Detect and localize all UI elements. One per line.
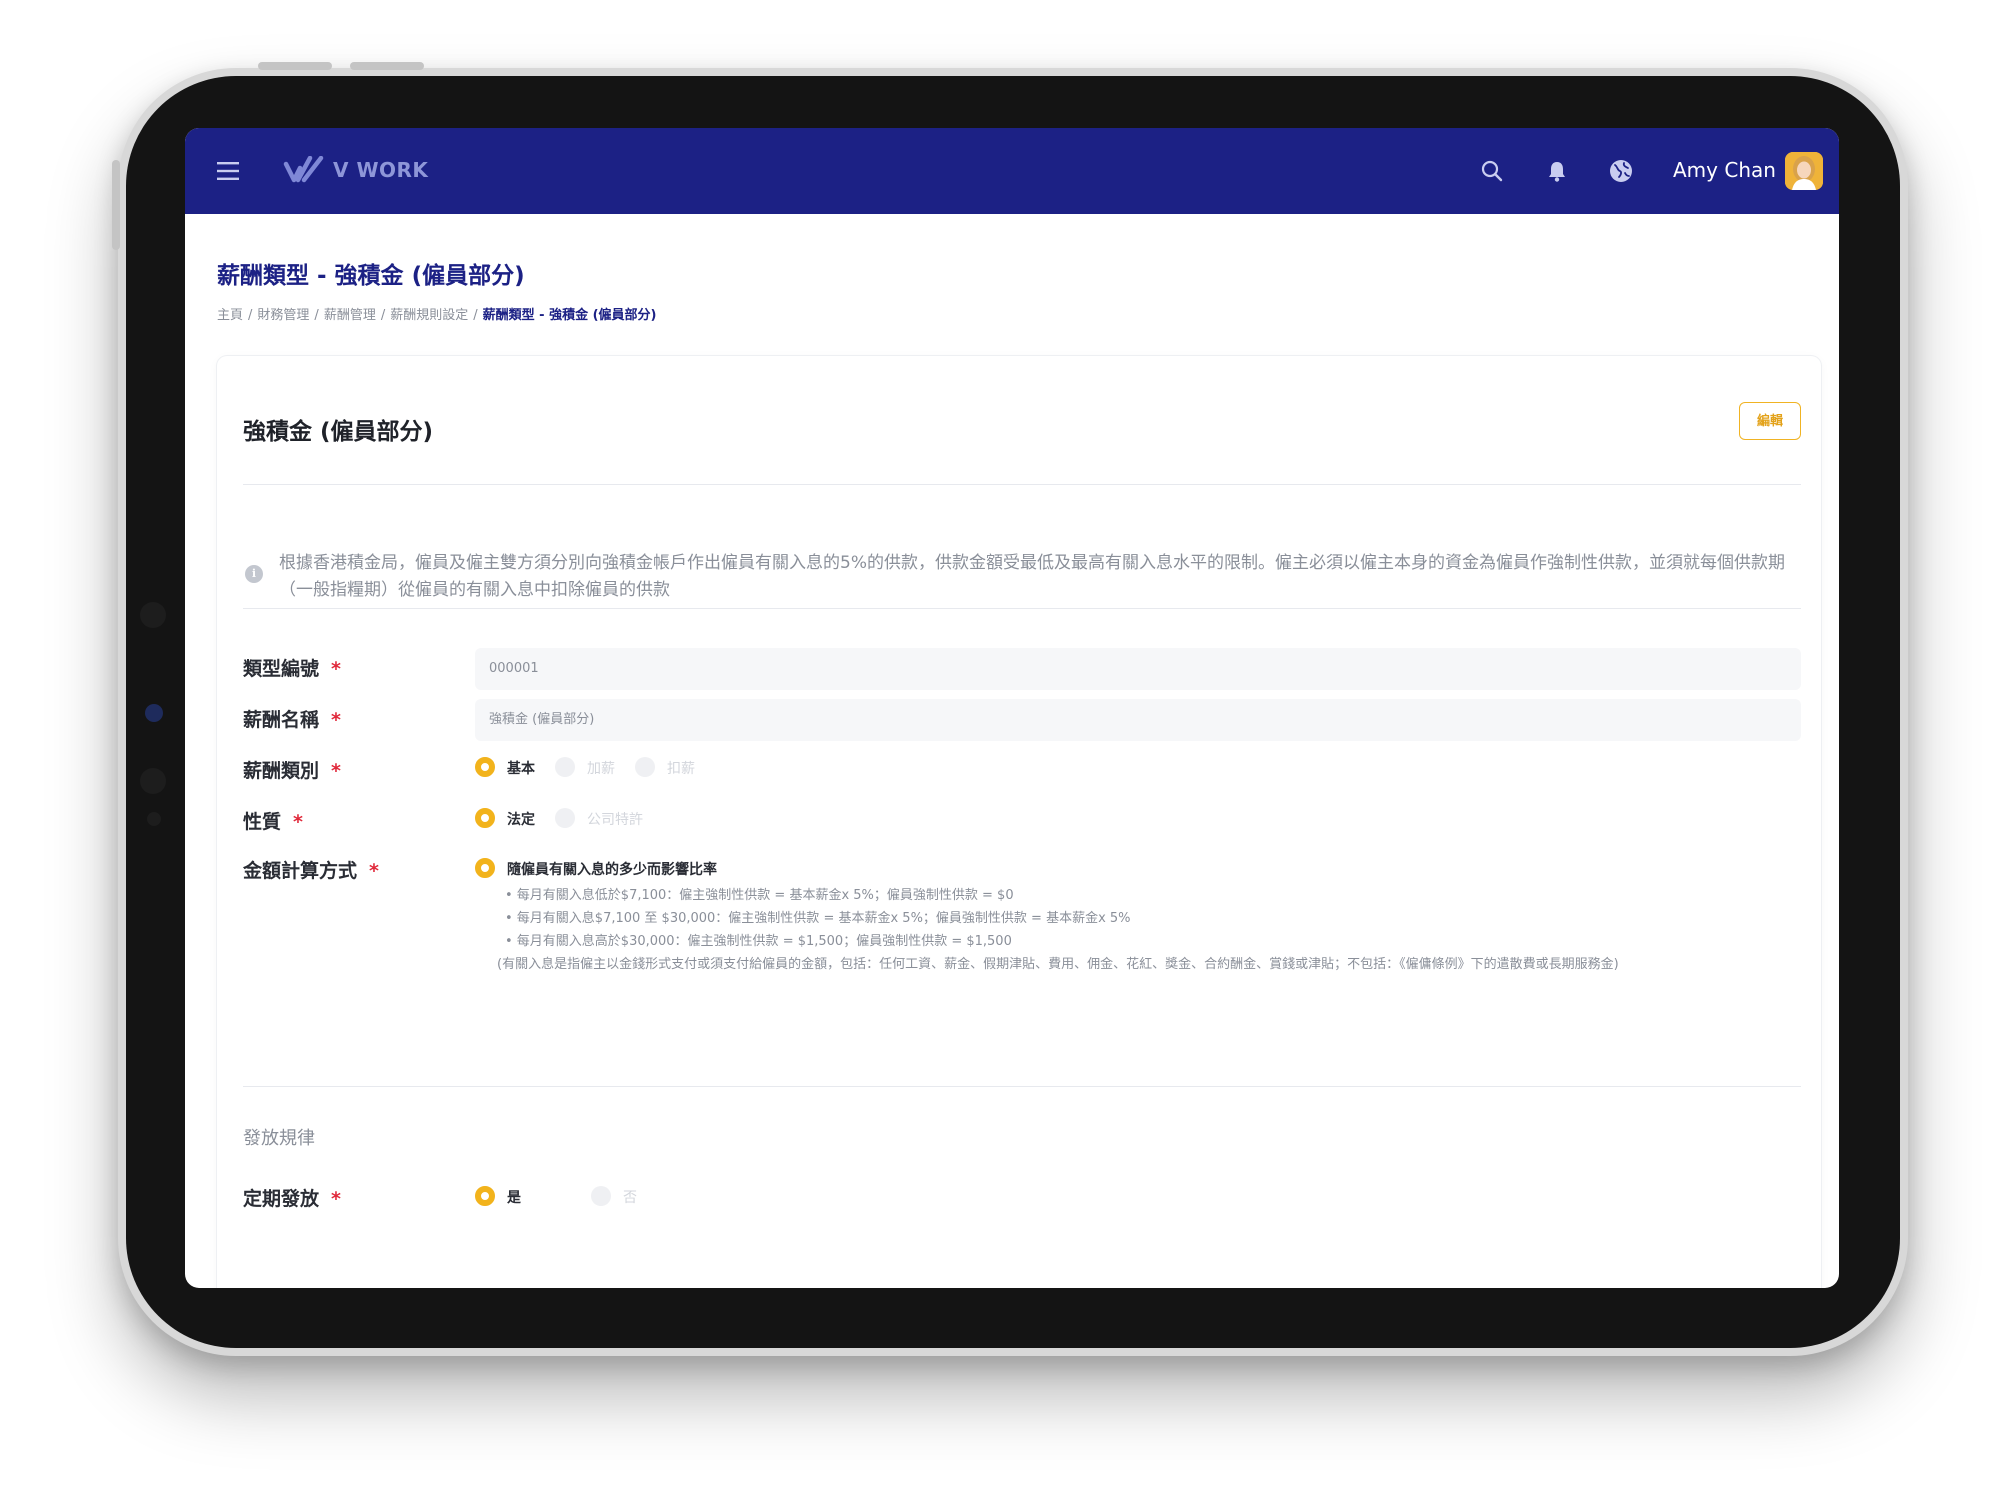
calc-note-line: • 每月有關入息$7,100 至 $30,000：僱主強制性供款 = 基本薪金x… — [505, 911, 1131, 926]
radio-label: 否 — [623, 1190, 637, 1206]
radio-unselected-indicator — [591, 1186, 611, 1206]
sensor-dot — [140, 768, 166, 794]
radio-label: 加薪 — [587, 761, 615, 777]
type-code-field[interactable]: 000001 — [475, 648, 1801, 690]
radio-unselected-indicator — [635, 757, 655, 777]
volume-button-top-right — [350, 62, 424, 70]
edit-button[interactable]: 編輯 — [1739, 402, 1801, 440]
salary-name-field[interactable]: 強積金 (僱員部分) — [475, 699, 1801, 741]
brand-name[interactable]: V WORK — [333, 158, 428, 182]
camera-lens — [145, 704, 163, 722]
search-icon[interactable] — [1481, 160, 1503, 186]
radio-label: 是 — [507, 1190, 521, 1206]
type-code-label: 類型編號 * — [243, 658, 341, 680]
card-title: 強積金 (僱員部分) — [243, 419, 434, 445]
calc-note-footnote: (有關入息是指僱主以金錢形式支付或須支付給僱員的金額，包括：任何工資、薪金、假期… — [497, 957, 1619, 972]
section-title: 發放規律 — [243, 1128, 315, 1149]
required-marker: * — [293, 811, 303, 833]
salary-name-label: 薪酬名稱 * — [243, 709, 341, 731]
nature-label: 性質 * — [243, 811, 303, 833]
radio-label: 基本 — [507, 761, 535, 777]
page-title: 薪酬類型 - 強積金 (僱員部分) — [217, 263, 525, 289]
radio-selected-indicator — [475, 858, 495, 878]
required-marker: * — [331, 709, 341, 731]
breadcrumb-item-current: 薪酬類型 - 強積金 (僱員部分) — [482, 308, 657, 323]
radio-unselected-indicator — [555, 757, 575, 777]
breadcrumb-item-finance[interactable]: 財務管理 — [257, 308, 309, 323]
breadcrumb: 主頁 / 財務管理 / 薪酬管理 / 薪酬規則設定 / 薪酬類型 - 強積金 (僱員部分) — [217, 304, 656, 323]
calc-note-line: • 每月有關入息高於$30,000：僱主強制性供款 = $1,500；僱員強制性… — [505, 934, 1012, 949]
radio-label: 扣薪 — [667, 761, 695, 777]
info-icon: i — [245, 565, 263, 583]
calc-note-line: • 每月有關入息低於$7,100：僱主強制性供款 = 基本薪金x 5%；僱員強制… — [505, 888, 1014, 903]
vwork-logo-icon[interactable] — [283, 155, 325, 188]
hamburger-menu-icon[interactable] — [217, 162, 239, 184]
app-screen: V WORK Amy Chan 薪酬類型 - 強積金 (僱員部分) 主頁 / 財務管… — [185, 128, 1839, 1288]
breadcrumb-item-rules[interactable]: 薪酬規則設定 — [390, 308, 468, 323]
radio-selected-indicator — [475, 1186, 495, 1206]
calc-method-label: 金額計算方式 * — [243, 860, 379, 882]
divider — [243, 608, 1801, 609]
radio-label: 隨僱員有關入息的多少而影響比率 — [507, 862, 717, 878]
sensor-dot — [147, 812, 161, 826]
divider — [243, 484, 1801, 485]
bell-icon[interactable] — [1547, 160, 1567, 186]
volume-button-top-left — [258, 62, 332, 70]
globe-icon[interactable] — [1609, 159, 1633, 187]
top-navbar: V WORK Amy Chan — [185, 128, 1839, 214]
radio-selected-indicator — [475, 808, 495, 828]
radio-selected-indicator — [475, 757, 495, 777]
info-description: 根據香港積金局，僱員及僱主雙方須分別向強積金帳戶作出僱員有關入息的5%的供款，供… — [279, 553, 1785, 600]
breadcrumb-separator: / — [473, 308, 478, 323]
calc-notes: • 每月有關入息低於$7,100：僱主強制性供款 = 基本薪金x 5%；僱員強制… — [497, 884, 1805, 976]
user-name[interactable]: Amy Chan — [1673, 158, 1776, 182]
required-marker: * — [331, 658, 341, 680]
user-avatar[interactable] — [1785, 152, 1823, 190]
radio-label: 法定 — [507, 812, 535, 828]
salary-category-label: 薪酬類別 * — [243, 760, 341, 782]
required-marker: * — [369, 860, 379, 882]
breadcrumb-separator: / — [380, 308, 386, 323]
breadcrumb-separator: / — [248, 308, 253, 323]
breadcrumb-item-payroll[interactable]: 薪酬管理 — [324, 308, 376, 323]
radio-label: 公司特許 — [587, 812, 643, 828]
required-marker: * — [331, 760, 341, 782]
divider — [243, 1086, 1801, 1087]
radio-unselected-indicator — [555, 808, 575, 828]
sensor-dot — [140, 602, 166, 628]
required-marker: * — [331, 1188, 341, 1210]
side-button — [112, 160, 120, 250]
detail-card: 強積金 (僱員部分) 編輯 i 根據香港積金局，僱員及僱主雙方須分別向強積金帳戶… — [217, 356, 1821, 1288]
breadcrumb-separator: / — [314, 308, 319, 323]
regular-payment-label: 定期發放 * — [243, 1188, 341, 1210]
breadcrumb-item-home[interactable]: 主頁 — [217, 308, 243, 323]
